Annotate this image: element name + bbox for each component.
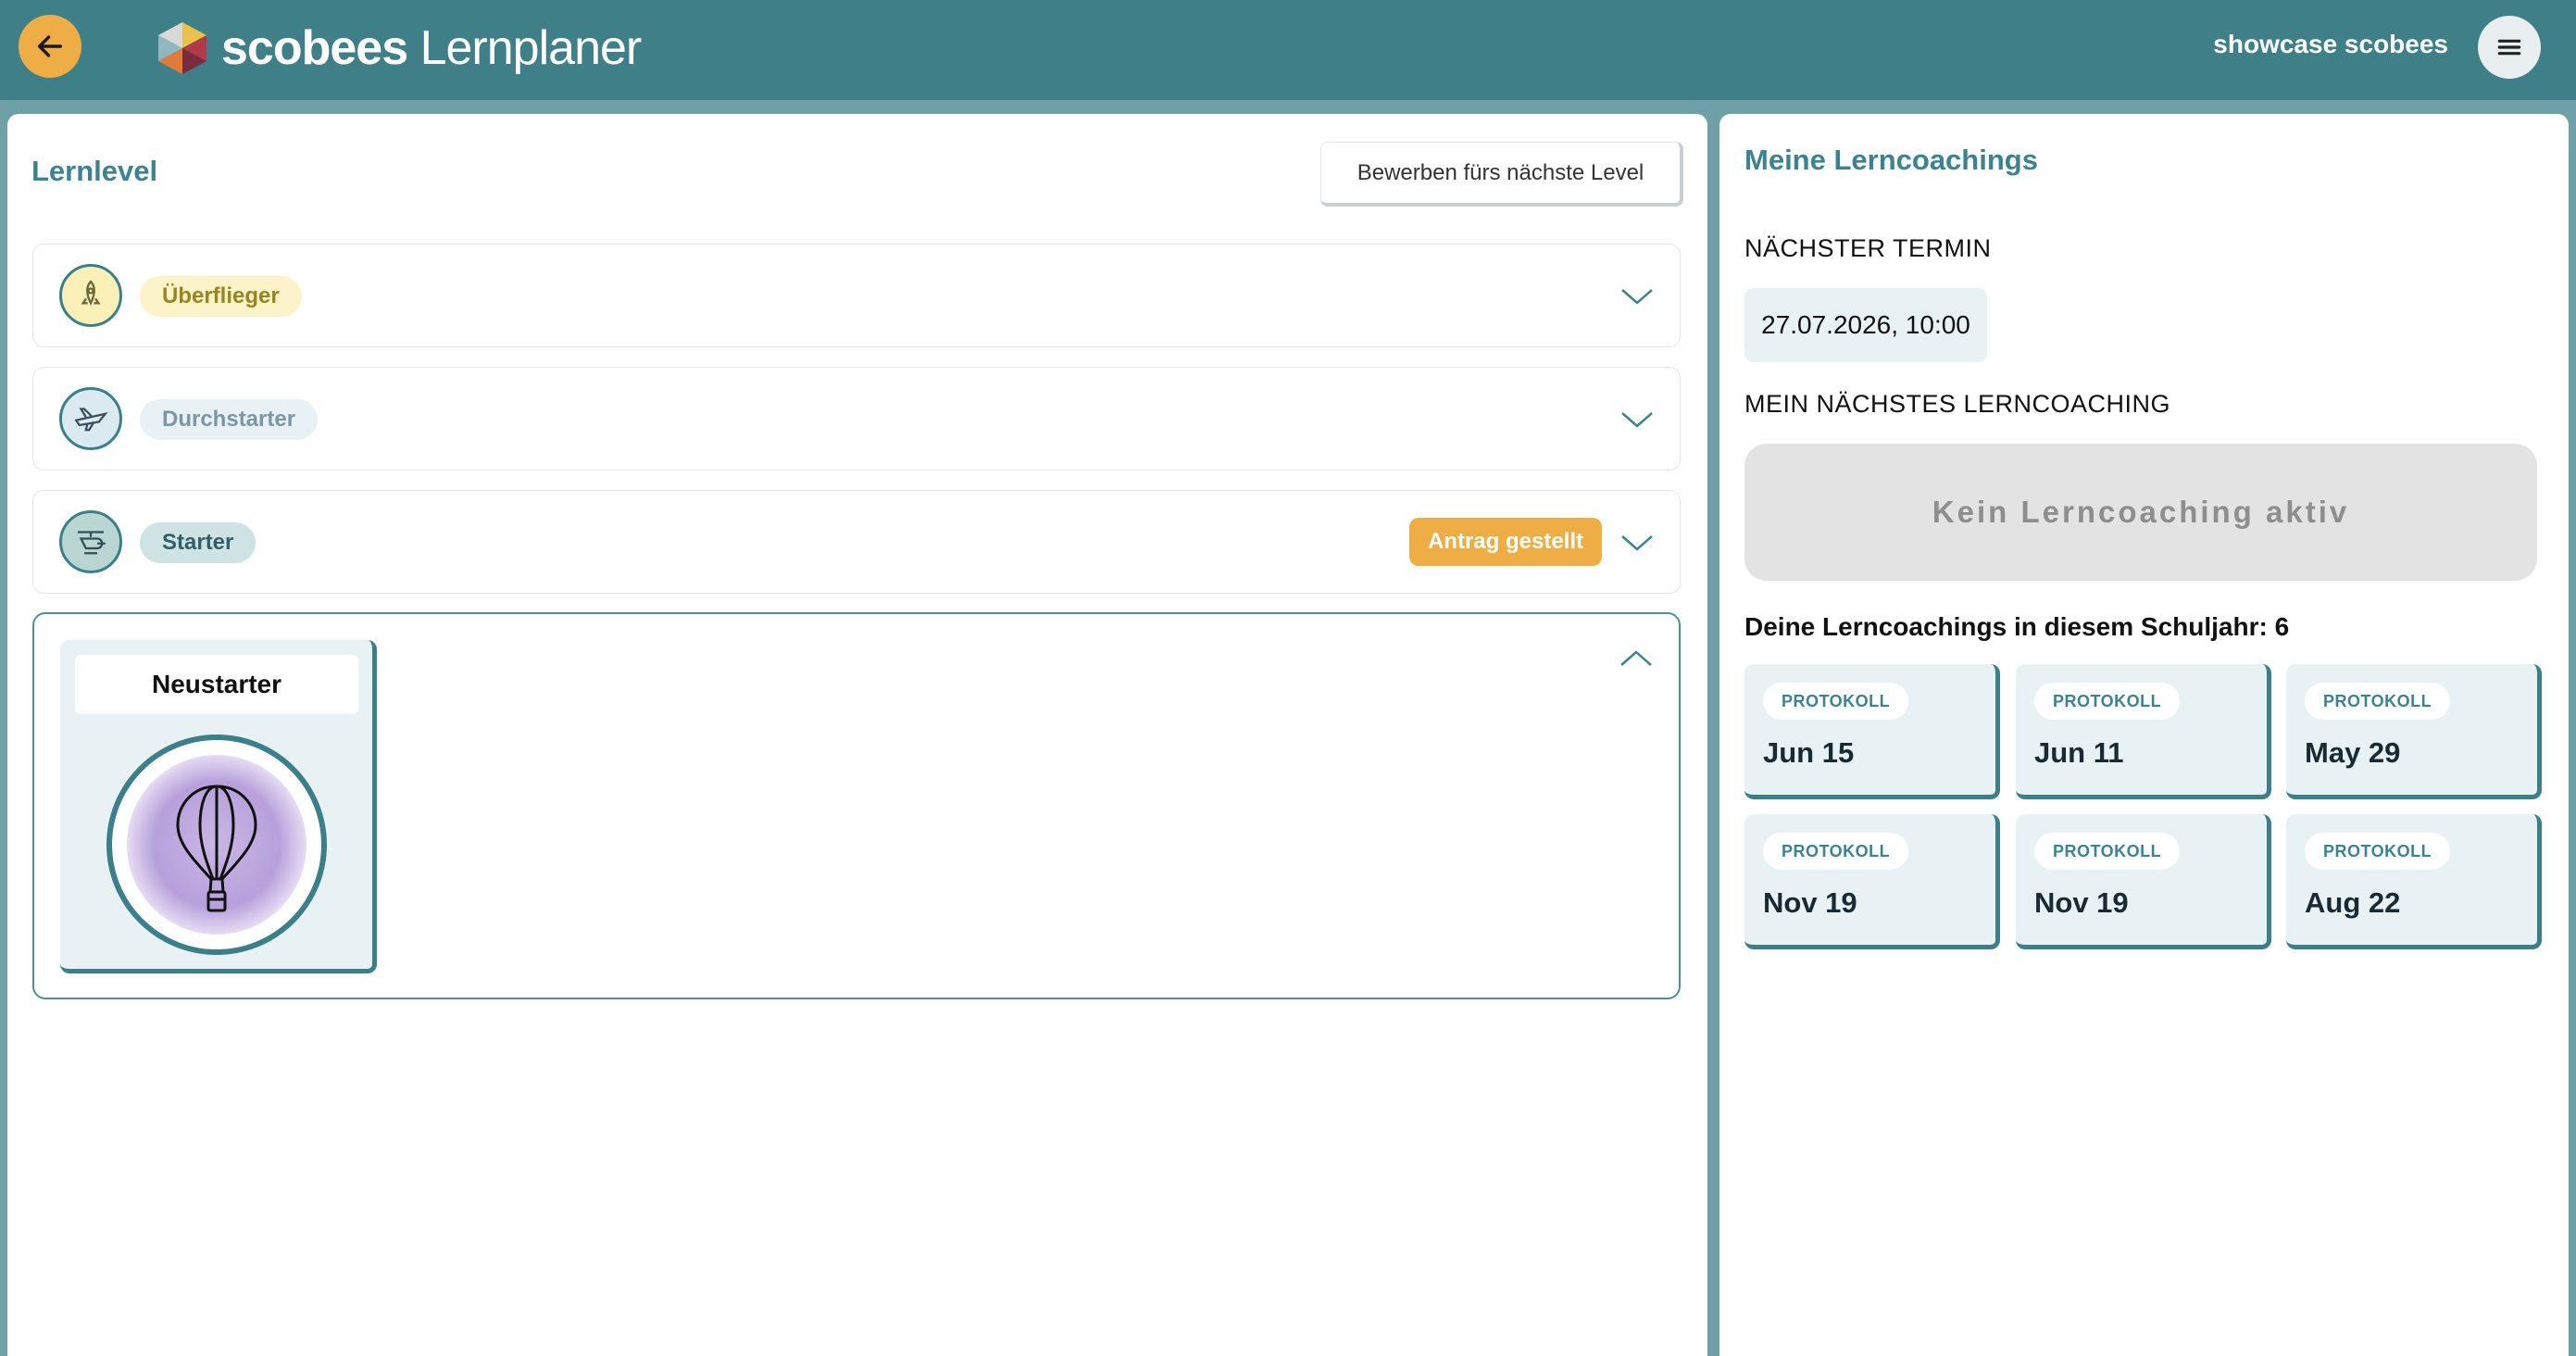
back-button[interactable] [19, 15, 81, 78]
protocol-card[interactable]: PROTOKOLL Aug 22 [2286, 814, 2542, 949]
scobees-logo-icon [158, 22, 206, 74]
next-date-label: NÄCHSTER TERMIN [1744, 234, 1992, 262]
airplane-icon [59, 387, 122, 450]
chevron-up-icon[interactable] [1618, 642, 1655, 675]
lerncoachings-panel: Meine Lerncoachings NÄCHSTER TERMIN 27.0… [1719, 114, 2569, 1356]
no-coaching-box: Kein Lerncoaching aktiv [1744, 444, 2537, 581]
chevron-down-icon[interactable] [1619, 403, 1656, 436]
protocol-card[interactable]: PROTOKOLL May 29 [2286, 664, 2542, 799]
arrow-left-icon [37, 35, 63, 57]
protocol-tag: PROTOKOLL [2305, 683, 2451, 720]
helicopter-icon [59, 510, 122, 573]
level-card-title: Neustarter [75, 655, 358, 714]
app-title: scobees Lernplaner [221, 21, 642, 75]
chevron-down-icon[interactable] [1619, 526, 1656, 559]
protocol-date: Nov 19 [1763, 886, 1857, 919]
app-logo[interactable]: scobees Lernplaner [153, 17, 642, 80]
protocol-tag: PROTOKOLL [1763, 683, 1909, 720]
user-name[interactable]: showcase scobees [2213, 30, 2448, 59]
year-count: Deine Lerncoachings in diesem Schuljahr:… [1744, 612, 2290, 641]
status-badge: Antrag gestellt [1408, 518, 1602, 566]
level-card-neustarter[interactable]: Neustarter [60, 640, 377, 973]
lerncoachings-title: Meine Lerncoachings [1744, 144, 2038, 176]
level-badge: Überflieger [140, 276, 302, 317]
chevron-down-icon[interactable] [1619, 280, 1656, 313]
apply-next-level-button[interactable]: Bewerben fürs nächste Level [1320, 142, 1683, 207]
level-row-starter[interactable]: Starter Antrag gestellt [32, 490, 1681, 594]
protocol-card[interactable]: PROTOKOLL Nov 19 [2016, 814, 2271, 949]
app-header: scobees Lernplaner showcase scobees [0, 0, 2576, 100]
protocol-date: Jun 15 [1763, 736, 1855, 769]
lernlevel-title: Lernlevel [31, 155, 158, 187]
protocol-tag: PROTOKOLL [2034, 833, 2181, 870]
protocol-card[interactable]: PROTOKOLL Jun 11 [2016, 664, 2271, 799]
protocol-date: Aug 22 [2305, 886, 2401, 919]
protocol-card[interactable]: PROTOKOLL Jun 15 [1744, 664, 2000, 799]
hot-air-balloon-icon [106, 734, 327, 955]
protocol-tag: PROTOKOLL [1763, 833, 1909, 870]
level-row-neustarter-expanded: Neustarter [32, 612, 1681, 999]
lernlevel-panel: Lernlevel Bewerben fürs nächste Level Üb… [7, 114, 1707, 1356]
protocol-tag: PROTOKOLL [2034, 683, 2181, 720]
hamburger-menu-icon [2497, 39, 2521, 56]
protocol-date: Jun 11 [2034, 736, 2124, 769]
protocol-tag: PROTOKOLL [2305, 833, 2451, 870]
menu-button[interactable] [2478, 16, 2541, 79]
rocket-icon [59, 264, 122, 327]
level-badge: Starter [140, 522, 256, 563]
level-badge: Durchstarter [140, 399, 319, 440]
protocol-date: Nov 19 [2034, 886, 2129, 919]
level-row-durchstarter[interactable]: Durchstarter [32, 367, 1681, 471]
level-row-ueberflieger[interactable]: Überflieger [32, 244, 1681, 347]
protocol-card[interactable]: PROTOKOLL Nov 19 [1744, 814, 2000, 949]
next-date-value: 27.07.2026, 10:00 [1744, 288, 1987, 362]
next-coaching-label: MEIN NÄCHSTES LERNCOACHING [1744, 390, 2171, 418]
protocol-date: May 29 [2305, 736, 2401, 769]
